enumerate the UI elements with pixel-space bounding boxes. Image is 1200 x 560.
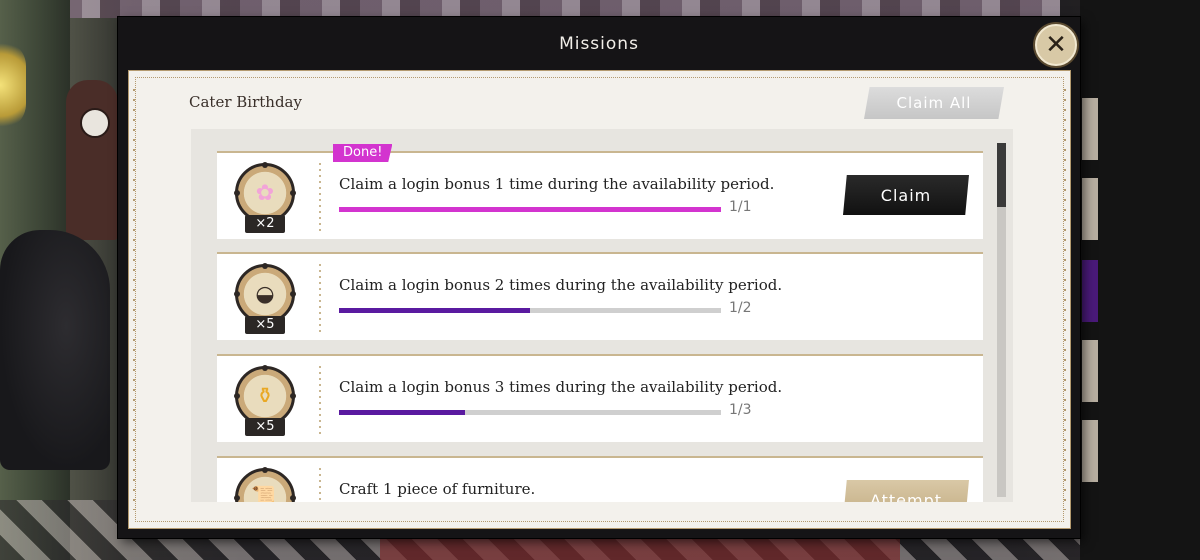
- progress-bar: [339, 207, 721, 212]
- missions-panel: Cater Birthday Claim All ✿ ×2 Done! Clai…: [128, 70, 1071, 529]
- mission-text: Claim a login bonus 3 times during the a…: [339, 378, 783, 396]
- row-divider: [319, 468, 321, 502]
- mission-row: ◒ ×5 Claim a login bonus 2 times during …: [217, 252, 983, 340]
- mission-row: 📜 Craft 1 piece of furniture. Attempt: [217, 456, 983, 502]
- reward-medallion: 📜: [234, 467, 296, 503]
- attempt-button[interactable]: Attempt: [843, 480, 969, 502]
- grandfather-clock: [66, 80, 118, 240]
- armchair: [0, 230, 110, 470]
- mission-text: Claim a login bonus 1 time during the av…: [339, 175, 775, 193]
- reward-quantity: ×5: [245, 316, 285, 334]
- right-side-panel: [1080, 0, 1200, 560]
- row-divider: [319, 366, 321, 436]
- side-tab[interactable]: [1082, 420, 1098, 482]
- clock-icon: [80, 108, 110, 138]
- mission-row: ⚱ ×5 Claim a login bonus 3 times during …: [217, 354, 983, 442]
- missions-modal: Missions ✕ Cater Birthday Claim All ✿ ×2…: [118, 17, 1080, 538]
- background-decor-strip: [60, 0, 1060, 18]
- reward-badge: 📜: [231, 467, 301, 503]
- progress-fill: [339, 410, 466, 415]
- close-button[interactable]: ✕: [1035, 24, 1077, 66]
- section-title: Cater Birthday: [189, 93, 302, 111]
- reward-badge: ✿ ×2: [231, 162, 301, 235]
- progress-count: 1/3: [729, 402, 752, 418]
- side-tab[interactable]: [1082, 178, 1098, 240]
- progress-fill: [339, 207, 721, 212]
- panel-dots-left: [133, 89, 135, 510]
- scrollbar-thumb[interactable]: [997, 143, 1006, 207]
- claim-button[interactable]: Claim: [843, 175, 969, 215]
- progress-bar: [339, 410, 721, 415]
- row-divider: [319, 264, 321, 334]
- modal-title: Missions: [559, 34, 639, 54]
- row-divider: [319, 163, 321, 233]
- reward-badge: ◒ ×5: [231, 263, 301, 336]
- dessert-plate-icon: ◒: [255, 281, 275, 307]
- mission-list[interactable]: ✿ ×2 Done! Claim a login bonus 1 time du…: [191, 129, 1013, 502]
- honey-jar-icon: ⚱: [255, 383, 275, 409]
- reward-quantity: ×5: [245, 418, 285, 436]
- progress-count: 1/1: [729, 199, 752, 215]
- side-tab-active[interactable]: [1082, 260, 1098, 322]
- side-tab[interactable]: [1082, 340, 1098, 402]
- close-icon: ✕: [1045, 30, 1067, 60]
- progress-bar: [339, 308, 721, 313]
- reward-badge: ⚱ ×5: [231, 365, 301, 438]
- claim-all-button[interactable]: Claim All: [864, 87, 1004, 119]
- side-tab[interactable]: [1082, 98, 1098, 160]
- reward-medallion: ✿: [234, 162, 296, 224]
- scroll-icon: 📜: [251, 485, 279, 503]
- progress-count: 1/2: [729, 300, 752, 316]
- reward-medallion: ◒: [234, 263, 296, 325]
- lamp-icon: [0, 40, 26, 130]
- reward-medallion: ⚱: [234, 365, 296, 427]
- scrollbar[interactable]: [997, 143, 1006, 497]
- progress-fill: [339, 308, 530, 313]
- mission-row: ✿ ×2 Done! Claim a login bonus 1 time du…: [217, 144, 983, 239]
- panel-dots-right: [1064, 89, 1066, 510]
- mission-text: Craft 1 piece of furniture.: [339, 480, 536, 498]
- done-tag: Done!: [333, 144, 393, 162]
- mission-text: Claim a login bonus 2 times during the a…: [339, 276, 783, 294]
- reward-quantity: ×2: [245, 215, 285, 233]
- flower-icon: ✿: [255, 180, 275, 206]
